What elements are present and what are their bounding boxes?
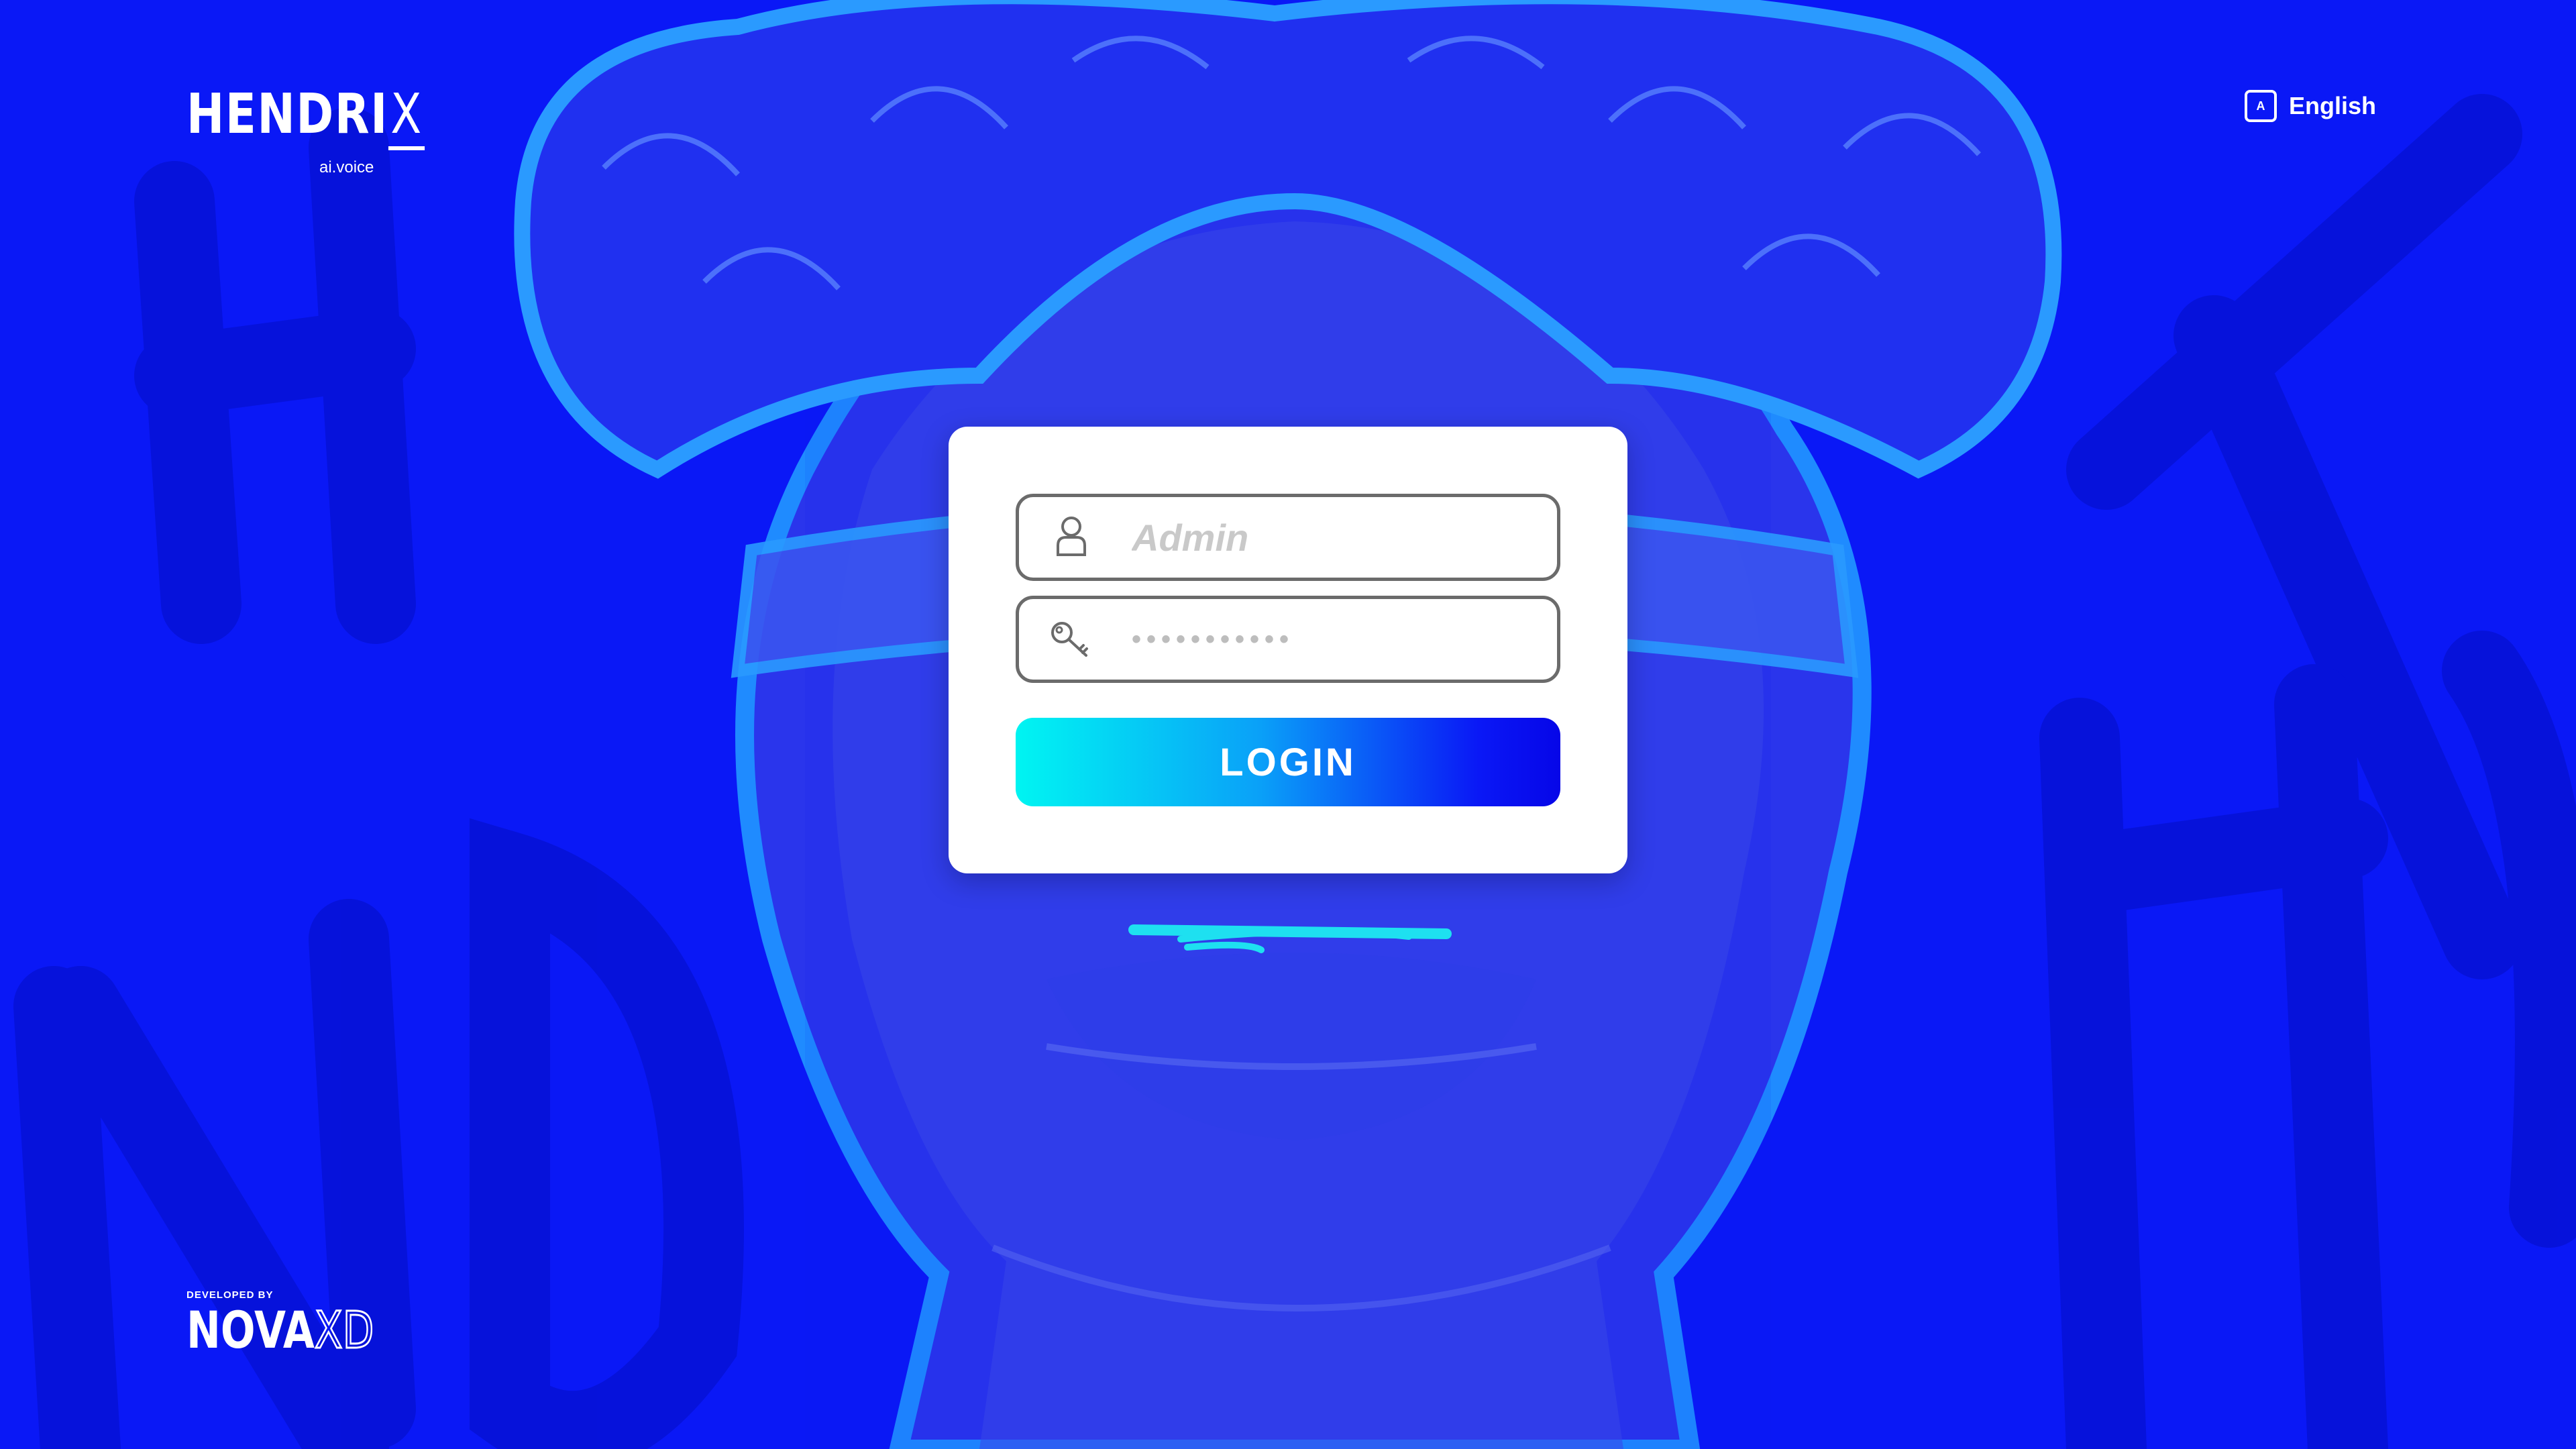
brand-name-main: HENDRI [186, 83, 388, 146]
brand-logo: HENDRIX ai.voice [186, 83, 477, 176]
developed-by-label: DEVELOPED BY [186, 1289, 274, 1301]
brand-name-x: X [388, 83, 425, 150]
login-card: LOGIN [949, 427, 1627, 873]
developer-logo: NOVAXD [186, 1303, 375, 1356]
password-input[interactable] [1130, 605, 1509, 674]
developer-credit: DEVELOPED BY NOVAXD [186, 1289, 421, 1356]
language-selector[interactable]: A English [2245, 90, 2376, 122]
brand-subtitle: ai.voice [319, 158, 374, 176]
developer-name-main: NOVA [186, 1300, 315, 1360]
username-input[interactable] [1130, 503, 1509, 572]
developer-name-suffix: XD [314, 1300, 375, 1360]
brand-name: HENDRIX [186, 83, 425, 150]
username-field[interactable] [1016, 494, 1560, 581]
language-icon: A [2245, 90, 2277, 122]
login-screen: HENDRIX ai.voice A English LOGIN DEVELOP… [0, 0, 2576, 1449]
login-button[interactable]: LOGIN [1016, 718, 1560, 806]
language-label: English [2289, 92, 2377, 119]
key-icon [1051, 622, 1088, 657]
password-field[interactable] [1016, 596, 1560, 683]
user-icon [1057, 517, 1086, 556]
